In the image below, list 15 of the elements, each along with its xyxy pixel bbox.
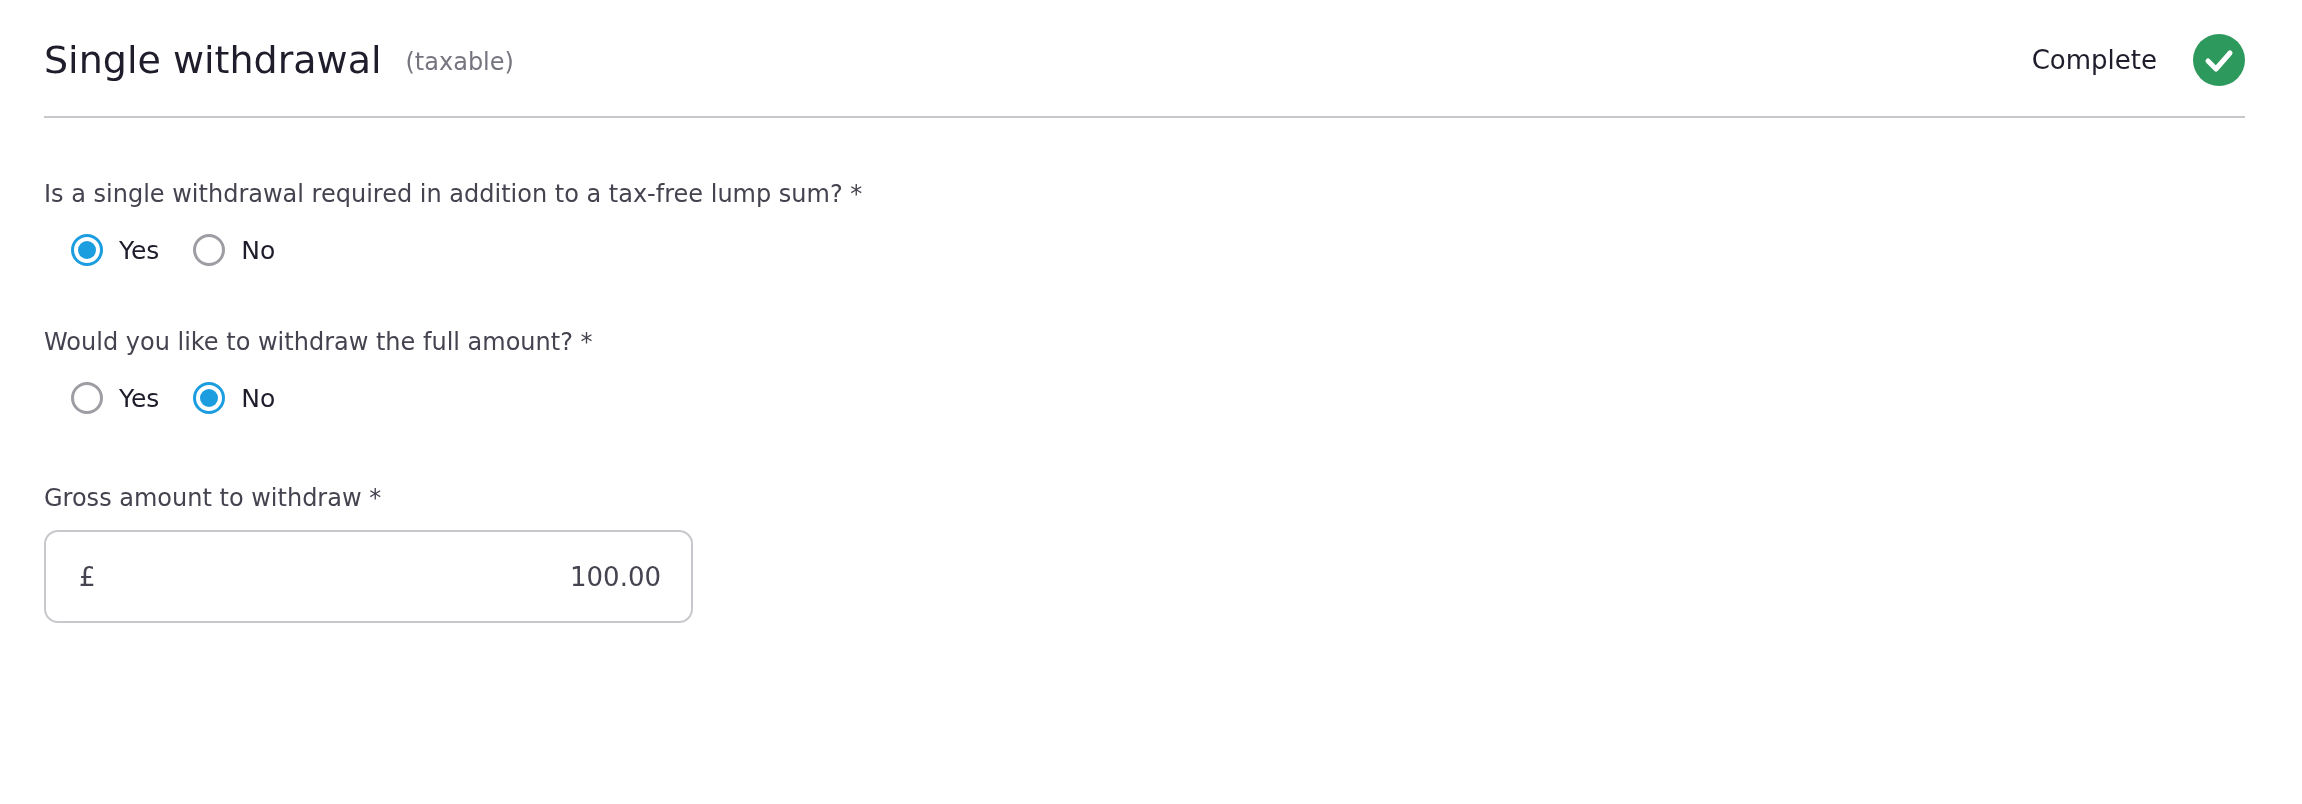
question-label: Is a single withdrawal required in addition to a tax-free lump sum? * bbox=[44, 180, 864, 208]
radio-button[interactable] bbox=[71, 382, 103, 414]
radio-label[interactable]: No bbox=[241, 383, 276, 413]
section-title: Single withdrawal bbox=[44, 38, 382, 82]
radio-label[interactable]: Yes bbox=[119, 235, 160, 265]
radio-label[interactable]: Yes bbox=[119, 383, 160, 413]
radio-button[interactable] bbox=[71, 234, 103, 266]
radio-label[interactable]: No bbox=[241, 235, 276, 265]
radio-button[interactable] bbox=[193, 382, 226, 414]
section-subtitle: (taxable) bbox=[405, 48, 514, 76]
radio-button[interactable] bbox=[193, 234, 226, 266]
status-label: Complete bbox=[2031, 45, 2157, 75]
amount-field[interactable]: £ 100.00 bbox=[44, 530, 693, 623]
field-label: Gross amount to withdraw * bbox=[44, 484, 383, 512]
question-label: Would you like to withdraw the full amount? * bbox=[44, 328, 594, 356]
